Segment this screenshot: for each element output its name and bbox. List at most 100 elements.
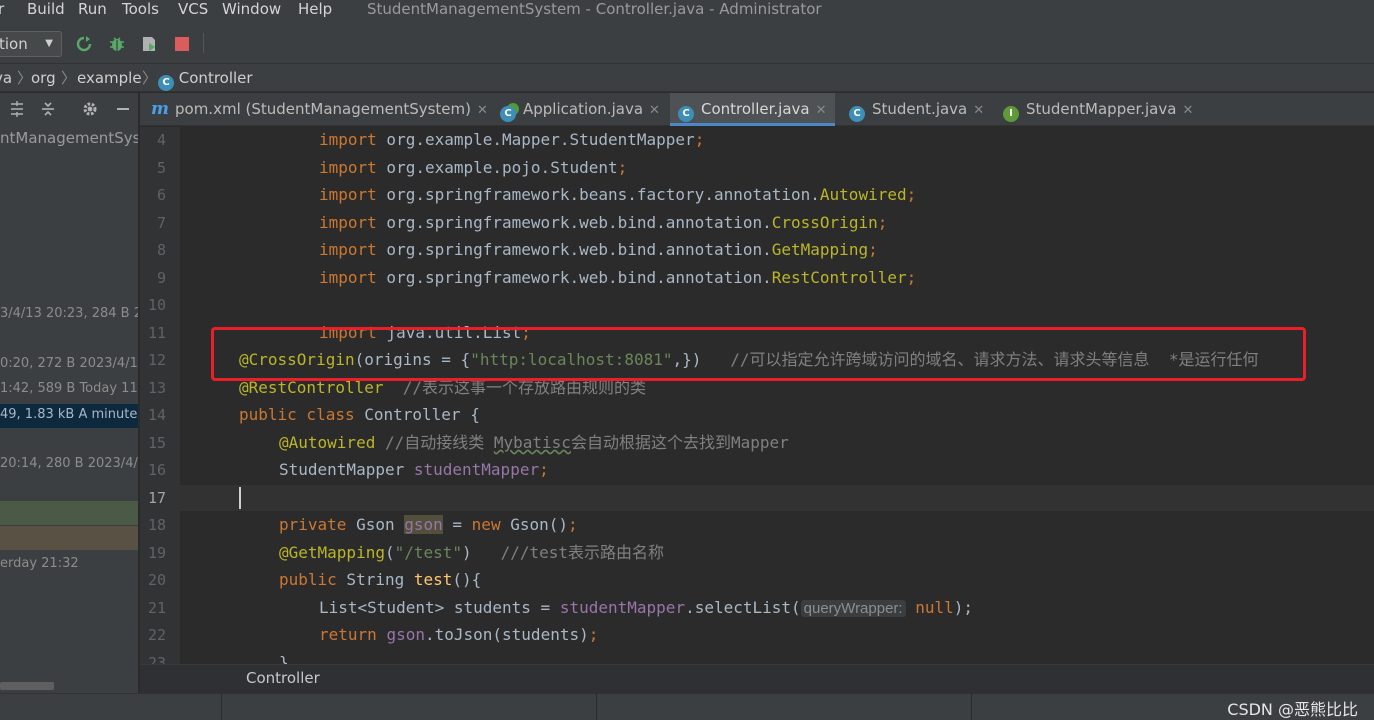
breadcrumb-org[interactable]: org <box>31 68 56 88</box>
breadcrumb-controller[interactable]: C Controller <box>158 68 253 91</box>
code-line-13: @RestController //表示这事一个存放路由规则的类 <box>239 378 647 397</box>
tab-pom-xml[interactable]: m pom.xml (StudentManagementSystem) ✕ <box>151 93 488 126</box>
breadcrumb-controller-label: Controller <box>178 69 253 87</box>
line-number: 12 <box>147 351 166 369</box>
project-file-row-selected[interactable]: 49, 1.83 kB A minute a <box>0 404 138 428</box>
line-number: 21 <box>147 599 166 617</box>
status-divider <box>221 694 222 720</box>
line-number: 18 <box>147 516 166 534</box>
footer-breadcrumb-controller[interactable]: Controller <box>246 669 320 687</box>
watermark: CSDN @恶熊比比 <box>1227 700 1358 719</box>
line-number: 5 <box>156 159 166 177</box>
caret-row-highlight <box>180 485 1374 511</box>
close-icon[interactable]: ✕ <box>816 103 827 118</box>
tab-student-java[interactable]: C Student.java ✕ <box>849 93 984 126</box>
tab-studentmapper-java[interactable]: I StudentMapper.java ✕ <box>1003 93 1193 126</box>
gear-icon[interactable] <box>80 99 100 119</box>
tab-label: pom.xml (StudentManagementSystem) <box>175 100 472 118</box>
line-number: 9 <box>156 269 166 287</box>
rerun-icon[interactable] <box>74 34 94 54</box>
code-line-15: @Autowired //自动接线类 Mybatisc会自动根据这个去找到Map… <box>279 433 789 452</box>
editor-breadcrumb-footer: Controller <box>140 664 1374 693</box>
project-panel-toolbar <box>0 93 138 125</box>
text-caret <box>239 487 241 509</box>
code-line-8: import org.springframework.web.bind.anno… <box>319 240 878 259</box>
project-file-row[interactable]: 0:20, 272 B 2023/4/13 <box>0 355 138 373</box>
breadcrumb-separator: 〉 <box>61 69 77 87</box>
project-file-row-modified[interactable] <box>0 501 138 525</box>
tab-application-java[interactable]: C Application.java ✕ <box>500 93 660 126</box>
code-line-21: List<Student> students = studentMapper.s… <box>319 598 974 617</box>
project-file-row[interactable]: erday 21:32 <box>0 555 79 573</box>
menu-item-vcs[interactable]: VCS <box>178 0 208 18</box>
tab-label: Application.java <box>523 100 644 118</box>
line-number: 16 <box>147 461 166 479</box>
status-divider <box>971 694 972 720</box>
code-line-9: import org.springframework.web.bind.anno… <box>319 268 917 287</box>
chevron-down-icon: ▼ <box>45 38 53 49</box>
run-configuration-dropdown[interactable]: tion ▼ <box>0 31 62 57</box>
maven-icon: m <box>151 99 169 119</box>
close-icon[interactable]: ✕ <box>477 103 488 118</box>
breadcrumb-separator: 〉 <box>17 69 33 87</box>
line-number: 15 <box>147 434 166 452</box>
close-icon[interactable]: ✕ <box>1182 103 1193 118</box>
class-icon: C <box>678 105 694 122</box>
code-line-5: import org.example.pojo.Student; <box>319 158 628 177</box>
project-file-row[interactable]: 3/4/13 20:23, 284 B 20 <box>0 305 138 323</box>
code-line-18: private Gson gson = new Gson(); <box>279 515 578 534</box>
code-line-16: StudentMapper studentMapper; <box>279 460 549 479</box>
class-icon: C <box>158 75 174 91</box>
close-icon[interactable]: ✕ <box>649 103 660 118</box>
breadcrumb-example[interactable]: example <box>77 68 142 88</box>
project-root-item[interactable]: ntManagementSyst <box>0 129 138 147</box>
line-number: 13 <box>147 379 166 397</box>
code-line-6: import org.springframework.beans.factory… <box>319 185 917 204</box>
menu-item-build[interactable]: Build <box>27 0 65 18</box>
menu-item-tools[interactable]: Tools <box>122 0 159 18</box>
breadcrumb-java[interactable]: va <box>0 68 12 88</box>
line-number-gutter: 4 5 6 7 8 9 10 11 12 13 14 15 16 17 18 1… <box>140 127 180 664</box>
debug-icon[interactable] <box>107 34 127 54</box>
close-icon[interactable]: ✕ <box>973 103 984 118</box>
line-number: 19 <box>147 544 166 562</box>
project-file-row-modified[interactable] <box>0 526 138 550</box>
tab-label: Controller.java <box>701 100 810 118</box>
code-line-7: import org.springframework.web.bind.anno… <box>319 213 888 232</box>
tab-label: Student.java <box>872 100 968 118</box>
stop-icon[interactable] <box>172 34 192 54</box>
horizontal-scrollbar[interactable] <box>0 682 54 690</box>
hide-panel-icon[interactable] <box>113 99 133 119</box>
tab-controller-java[interactable]: C Controller.java ✕ <box>670 93 835 126</box>
editor-tab-bar: m pom.xml (StudentManagementSystem) ✕ C App… <box>140 93 1374 126</box>
menu-item-help[interactable]: Help <box>298 0 332 18</box>
code-line-14: public class Controller { <box>239 405 480 424</box>
line-number: 7 <box>156 214 166 232</box>
line-number: 11 <box>147 324 166 342</box>
code-line-23: } <box>279 653 289 664</box>
project-file-row[interactable]: 1:42, 589 B Today 11:4 <box>0 380 138 398</box>
code-line-4: import org.example.Mapper.StudentMapper; <box>319 130 705 149</box>
class-icon: C <box>849 105 865 122</box>
coverage-icon[interactable] <box>139 34 159 54</box>
line-number: 8 <box>156 241 166 259</box>
line-number: 20 <box>147 571 166 589</box>
project-tool-window: ntManagementSyst 3/4/13 20:23, 284 B 20 … <box>0 93 139 693</box>
collapse-all-icon[interactable] <box>38 99 58 119</box>
line-number: 10 <box>147 296 166 314</box>
interface-icon: I <box>1003 105 1019 122</box>
main-toolbar: tion ▼ <box>0 22 1374 64</box>
project-file-row[interactable]: 20:14, 280 B 2023/4/ <box>0 455 138 473</box>
status-bar <box>0 693 1374 720</box>
breadcrumb-separator: 〉 <box>142 69 158 87</box>
navigation-bar: va 〉 org 〉 example 〉 C Controller <box>0 64 1374 92</box>
status-divider <box>596 694 597 720</box>
menu-item-partial[interactable]: r <box>0 0 4 18</box>
menu-item-run[interactable]: Run <box>78 0 107 18</box>
code-editor[interactable]: import org.example.Mapper.StudentMapper;… <box>180 127 1374 664</box>
line-number-current: 17 <box>147 489 166 507</box>
menu-item-window[interactable]: Window <box>222 0 281 18</box>
line-number: 4 <box>156 131 166 149</box>
expand-all-icon[interactable] <box>7 99 27 119</box>
code-line-22: return gson.toJson(students); <box>319 625 599 644</box>
